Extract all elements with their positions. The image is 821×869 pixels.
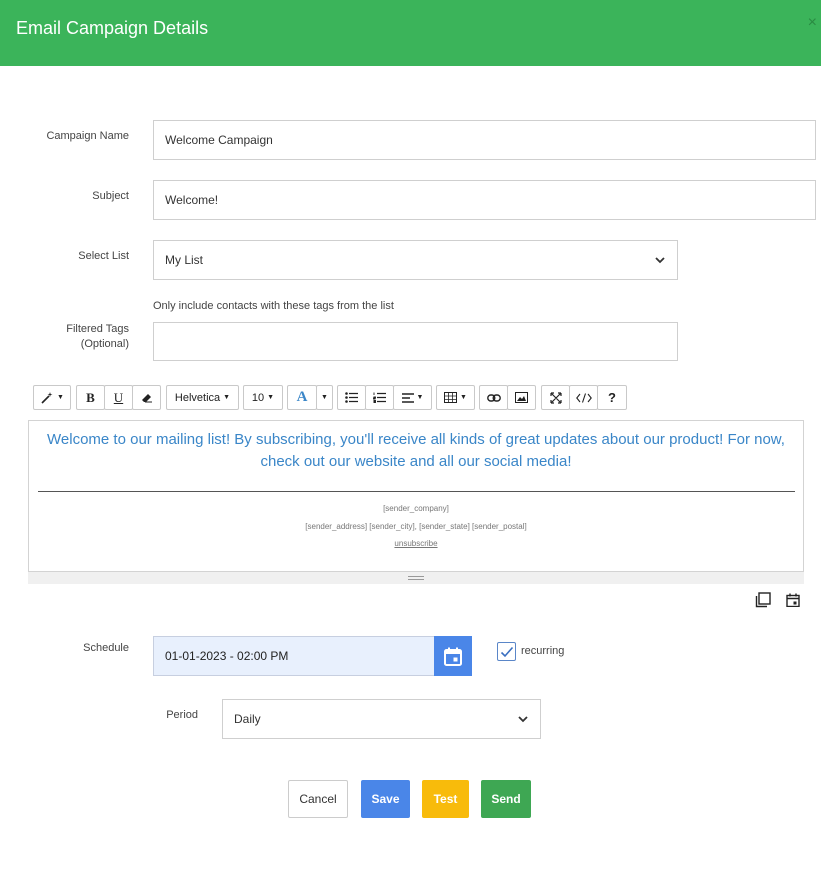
- period-select-value: Daily: [234, 712, 261, 726]
- clear-format-button[interactable]: [132, 385, 161, 410]
- align-left-icon: [401, 392, 414, 403]
- campaign-name-label: Campaign Name: [46, 130, 129, 142]
- filtered-tags-label-line1: Filtered Tags: [66, 323, 129, 335]
- bullet-list-icon: [345, 392, 358, 403]
- caret-icon: ▼: [267, 394, 275, 401]
- list-select[interactable]: My List: [153, 240, 678, 280]
- fullscreen-button[interactable]: [541, 385, 570, 410]
- footer-company: [sender_company]: [383, 504, 449, 513]
- caret-icon: ▼: [460, 394, 467, 401]
- font-family-value: Helvetica: [174, 391, 221, 404]
- caret-icon: ▼: [321, 394, 328, 401]
- copy-icon[interactable]: [755, 592, 771, 608]
- editor-resize-handle[interactable]: [28, 572, 804, 584]
- help-button[interactable]: ?: [597, 385, 627, 410]
- chevron-down-icon: [655, 257, 665, 264]
- test-button[interactable]: Test: [422, 780, 469, 818]
- recurring-checkbox[interactable]: [497, 642, 516, 661]
- code-view-button[interactable]: [569, 385, 598, 410]
- filtered-tags-input[interactable]: [153, 322, 678, 361]
- calendar-icon: [444, 647, 462, 666]
- schedule-datetime-input[interactable]: 01-01-2023 - 02:00 PM: [153, 636, 435, 676]
- editor-body-text: Welcome to our mailing list! By subscrib…: [47, 431, 785, 470]
- filtered-tags-label: Filtered Tags (Optional): [20, 322, 129, 352]
- caret-icon: ▼: [57, 394, 64, 401]
- dialog-header: Email Campaign Details ×: [0, 0, 821, 66]
- calendar-icon[interactable]: [786, 593, 800, 607]
- campaign-name-input[interactable]: Welcome Campaign: [153, 120, 816, 160]
- caret-icon: ▼: [223, 394, 231, 401]
- footer-unsubscribe-line: unsubscribe: [29, 539, 803, 548]
- font-color-dropdown[interactable]: ▼: [316, 385, 333, 410]
- checkmark-icon: [500, 646, 513, 657]
- cancel-button[interactable]: Cancel: [288, 780, 348, 818]
- image-icon: [515, 392, 528, 403]
- footer-address: [sender_address] [sender_city], [sender_…: [305, 522, 527, 531]
- font-size-value: 10: [251, 391, 265, 404]
- font-color-button[interactable]: A: [287, 385, 317, 410]
- eraser-icon: [141, 393, 152, 402]
- period-label: Period: [166, 709, 198, 721]
- table-dropdown[interactable]: ▼: [436, 385, 475, 410]
- dialog-title: Email Campaign Details: [16, 18, 209, 38]
- save-button[interactable]: Save: [361, 780, 410, 818]
- filtered-tags-label-line2: (Optional): [80, 338, 129, 350]
- magic-style-button[interactable]: ▼: [33, 385, 71, 410]
- unsubscribe-link[interactable]: unsubscribe: [394, 539, 437, 548]
- close-icon[interactable]: ×: [808, 14, 817, 32]
- insert-image-button[interactable]: [507, 385, 536, 410]
- recurring-label: recurring: [521, 645, 565, 657]
- underline-button[interactable]: U: [104, 385, 133, 410]
- filtered-tags-hint: Only include contacts with these tags fr…: [153, 300, 394, 312]
- numbered-list-icon: [373, 392, 386, 403]
- schedule-label: Schedule: [83, 642, 129, 654]
- font-family-dropdown[interactable]: Helvetica ▼: [166, 385, 239, 410]
- rich-text-editor[interactable]: Welcome to our mailing list! By subscrib…: [28, 420, 804, 572]
- ordered-list-button[interactable]: [365, 385, 394, 410]
- magic-wand-icon: [41, 391, 53, 404]
- caret-icon: ▼: [416, 394, 424, 401]
- date-picker-button[interactable]: [434, 636, 472, 676]
- table-icon: [444, 392, 458, 403]
- send-button[interactable]: Send: [481, 780, 531, 818]
- unordered-list-button[interactable]: [337, 385, 366, 410]
- subject-label: Subject: [92, 190, 129, 202]
- font-size-dropdown[interactable]: 10 ▼: [243, 385, 283, 410]
- bold-button[interactable]: B: [76, 385, 105, 410]
- insert-link-button[interactable]: [479, 385, 508, 410]
- paragraph-align-dropdown[interactable]: ▼: [393, 385, 432, 410]
- chevron-down-icon: [518, 716, 528, 723]
- grip-icon: [408, 576, 424, 580]
- editor-divider: [38, 491, 795, 492]
- subject-input[interactable]: Welcome!: [153, 180, 816, 220]
- code-icon: [575, 392, 592, 403]
- select-list-label: Select List: [78, 250, 129, 262]
- expand-icon: [549, 391, 562, 404]
- link-icon: [486, 393, 501, 402]
- list-select-value: My List: [165, 253, 204, 267]
- period-select[interactable]: Daily: [222, 699, 541, 739]
